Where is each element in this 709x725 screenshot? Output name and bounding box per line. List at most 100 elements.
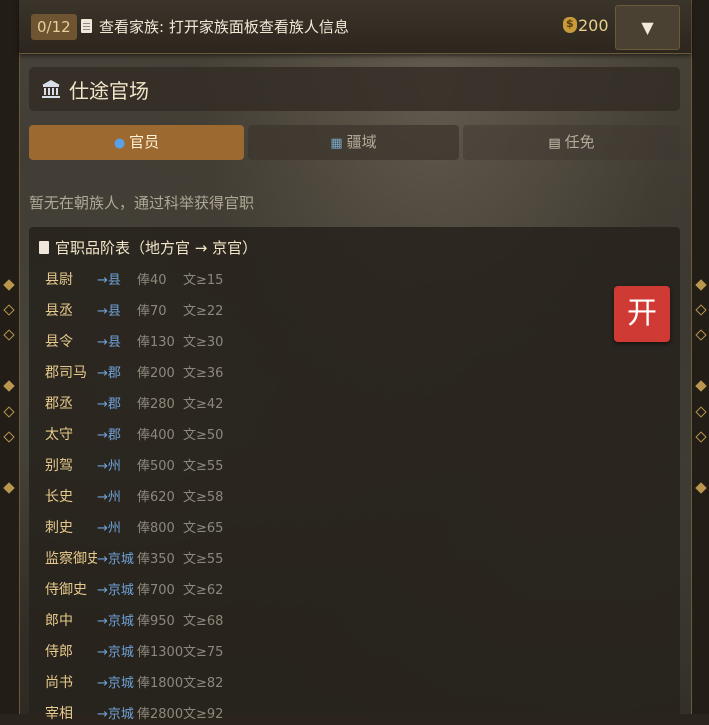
rank-literacy-req: 文≥82 [183,676,224,691]
frame-ornament [695,380,707,392]
rank-location: →县 [97,304,121,319]
tab-label: 任免 [564,133,595,151]
frame-ornament [695,279,707,291]
rank-salary: 俸40 [137,273,167,288]
person-icon: ● [113,136,126,151]
rank-salary: 俸1800 [137,676,184,691]
tab-officials[interactable]: ● 官员 [29,125,244,160]
map-icon: ▦ [330,136,343,151]
document-icon [39,241,49,254]
rank-salary: 俸620 [137,490,175,505]
dropdown-menu-button[interactable]: ▼ [615,5,680,50]
rank-location: →京城 [97,614,134,629]
rank-salary: 俸950 [137,614,175,629]
rank-literacy-req: 文≥92 [183,707,224,722]
rank-literacy-req: 文≥50 [183,428,224,443]
panel-header: 仕途官场 [29,67,680,111]
rank-salary: 俸700 [137,583,175,598]
rank-location: →京城 [97,645,134,660]
left-frame [0,0,20,714]
rank-salary: 俸2800 [137,707,184,722]
rank-title: 郡司马 [45,365,87,381]
rank-title: 郎中 [45,613,73,629]
frame-ornament [3,329,15,341]
rank-literacy-req: 文≥55 [183,552,224,567]
rank-table-title: 官职品阶表（地方官 → 京官） [55,239,258,257]
rank-salary: 俸1300 [137,645,184,660]
frame-ornament [3,279,15,291]
rank-title: 侍郎 [45,644,73,660]
money-bag-icon [563,17,577,33]
frame-ornament [695,482,707,494]
rank-salary: 俸800 [137,521,175,536]
tab-label: 疆域 [346,133,377,151]
rank-location: →州 [97,490,121,505]
chevron-down-icon: ▼ [641,18,654,37]
rank-location: →县 [97,335,121,350]
frame-ornament [695,329,707,341]
frame-ornament [695,431,707,443]
tab-bar: ● 官员 ▦ 疆域 ▤ 任免 [29,125,680,160]
quest-text[interactable]: 查看家族: 打开家族面板查看族人信息 [99,16,349,37]
clipboard-icon: ▤ [548,136,561,151]
rank-title: 长史 [45,489,73,505]
quest-progress-badge: 0/12 [31,14,77,40]
rank-literacy-req: 文≥58 [183,490,224,505]
rank-literacy-req: 文≥42 [183,397,224,412]
rank-title: 别驾 [45,458,73,474]
frame-ornament [695,406,707,418]
rank-location: →郡 [97,428,121,443]
tab-label: 官员 [129,133,160,151]
page-title: 仕途官场 [69,79,149,103]
rank-location: →郡 [97,366,121,381]
rank-location: →京城 [97,583,134,598]
rank-literacy-req: 文≥36 [183,366,224,381]
rank-title: 县丞 [45,303,73,319]
rank-location: →州 [97,459,121,474]
rank-literacy-req: 文≥65 [183,521,224,536]
rank-location: →京城 [97,676,134,691]
coin-count: 200 [578,16,609,35]
tab-territory[interactable]: ▦ 疆域 [248,125,459,160]
frame-ornament [3,431,15,443]
rank-literacy-req: 文≥22 [183,304,224,319]
open-button[interactable]: 开 [614,286,670,342]
empty-officials-message: 暂无在朝族人，通过科举获得官职 [29,194,255,212]
rank-title: 刺史 [45,520,73,536]
rank-literacy-req: 文≥55 [183,459,224,474]
quest-bar: 0/12 查看家族: 打开家族面板查看族人信息 200 ▼ [19,0,691,54]
rank-literacy-req: 文≥30 [183,335,224,350]
rank-literacy-req: 文≥68 [183,614,224,629]
document-icon [81,19,92,33]
rank-title: 郡丞 [45,396,73,412]
rank-salary: 俸400 [137,428,175,443]
rank-location: →县 [97,273,121,288]
rank-salary: 俸200 [137,366,175,381]
rank-title: 县令 [45,334,73,350]
rank-title: 侍御史 [45,582,87,598]
rank-location: →京城 [97,707,134,722]
frame-ornament [695,304,707,316]
rank-literacy-req: 文≥75 [183,645,224,660]
right-frame [691,0,709,714]
rank-table: 官职品阶表（地方官 → 京官） 县尉 →县 俸40 文≥15 县丞 →县 俸70 文≥22 县令… [29,227,680,722]
rank-salary: 俸130 [137,335,175,350]
rank-location: →郡 [97,397,121,412]
rank-location: →京城 [97,552,134,567]
rank-title: 监察御史 [45,551,97,567]
frame-ornament [3,406,15,418]
rank-title: 宰相 [45,706,73,722]
rank-location: →州 [97,521,121,536]
rank-literacy-req: 文≥15 [183,273,224,288]
tab-appointment[interactable]: ▤ 任免 [463,125,680,160]
temple-icon [42,80,60,98]
rank-literacy-req: 文≥62 [183,583,224,598]
rank-salary: 俸280 [137,397,175,412]
rank-salary: 俸350 [137,552,175,567]
rank-salary: 俸500 [137,459,175,474]
rank-title: 太守 [45,427,73,443]
frame-ornament [3,304,15,316]
rank-table-heading: 官职品阶表（地方官 → 京官） [39,237,257,258]
frame-ornament [3,380,15,392]
rank-title: 尚书 [45,675,73,691]
